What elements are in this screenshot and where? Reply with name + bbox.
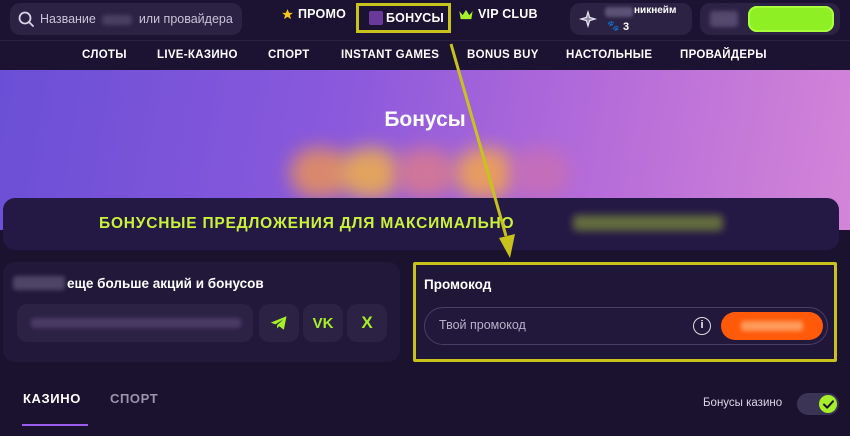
rank-star-icon (578, 9, 598, 29)
x-icon: X (361, 313, 373, 332)
hero-decoration (510, 148, 570, 198)
redacted-text (31, 318, 241, 328)
search-icon (18, 11, 34, 27)
category-slots[interactable]: СЛОТЫ (82, 49, 127, 61)
nav-promo[interactable]: ПРОМО (281, 7, 346, 21)
toggle-knob (819, 395, 837, 413)
wallet (700, 3, 840, 35)
hero-decoration (455, 148, 515, 198)
gift-icon (369, 11, 383, 25)
social-panel: еще больше акций и бонусов VK X (3, 262, 400, 362)
telegram-button[interactable] (259, 304, 299, 342)
check-icon (822, 399, 834, 409)
redacted-text (13, 276, 65, 290)
nav-promo-label: ПРОМО (298, 7, 347, 21)
crown-icon (458, 8, 474, 21)
star-icon (281, 8, 294, 21)
promocode-field: i (424, 307, 828, 345)
tab-casino[interactable]: КАЗИНО (23, 391, 81, 406)
nav-vip-club[interactable]: VIP CLUB (458, 7, 538, 21)
user-profile[interactable]: никнейм 🐾 3 (570, 3, 692, 35)
category-live-casino[interactable]: LIVE-КАЗИНО (157, 49, 238, 61)
user-nickname: никнейм (634, 5, 677, 16)
category-table-games[interactable]: НАСТОЛЬНЫЕ (566, 49, 652, 61)
deposit-button[interactable] (748, 6, 834, 32)
page-title: Бонусы (384, 108, 466, 131)
hero-decoration (395, 148, 455, 198)
telegram-icon (270, 316, 287, 330)
category-sport[interactable]: СПОРТ (268, 49, 310, 61)
nav-bonuses[interactable]: БОНУСЫ (356, 3, 451, 33)
category-providers[interactable]: ПРОВАЙДЕРЫ (680, 49, 767, 61)
nav-bonuses-label: БОНУСЫ (386, 11, 444, 25)
category-instant-games[interactable]: INSTANT GAMES (341, 49, 439, 61)
vk-icon: VK (312, 314, 334, 332)
vk-button[interactable]: VK (303, 304, 343, 342)
active-tab-indicator (22, 424, 88, 426)
social-panel-title: еще больше акций и бонусов (67, 276, 264, 291)
hero-decoration (340, 148, 400, 198)
search-placeholder: Название или провайдера (40, 12, 233, 26)
casino-bonus-toggle-label: Бонусы казино (703, 397, 783, 409)
tab-sport[interactable]: СПОРТ (110, 391, 158, 406)
nav-vip-label: VIP CLUB (478, 7, 538, 21)
banner-headline: БОНУСНЫЕ ПРЕДЛОЖЕНИЯ ДЛЯ МАКСИМАЛЬНО (99, 215, 515, 232)
social-link-field[interactable] (17, 304, 253, 342)
top-header: Название или провайдера ПРОМО БОНУСЫ VIP… (0, 0, 850, 40)
casino-bonus-toggle[interactable] (797, 393, 839, 415)
user-paw-count: 3 (623, 21, 630, 33)
category-nav: СЛОТЫ LIVE-КАЗИНО СПОРТ INSTANT GAMES BO… (0, 40, 850, 70)
apply-promocode-button[interactable] (721, 312, 823, 340)
search-input[interactable]: Название или провайдера (10, 3, 242, 35)
redacted-text (573, 215, 723, 231)
promocode-panel: Промокод i (413, 262, 837, 362)
search-placeholder-end: или провайдера (138, 12, 233, 26)
promocode-input[interactable] (439, 318, 679, 332)
x-button[interactable]: X (347, 304, 387, 342)
category-bonus-buy[interactable]: BONUS BUY (467, 49, 539, 61)
redacted-text (102, 14, 133, 25)
redacted-text (741, 321, 803, 331)
redacted-text (605, 7, 633, 17)
search-placeholder-start: Название (40, 12, 96, 26)
paw-icon: 🐾 (607, 21, 620, 32)
info-icon[interactable]: i (693, 317, 711, 335)
bonus-offers-banner: БОНУСНЫЕ ПРЕДЛОЖЕНИЯ ДЛЯ МАКСИМАЛЬНО (3, 198, 839, 250)
promocode-label: Промокод (424, 277, 492, 292)
balance-redacted (710, 11, 738, 27)
